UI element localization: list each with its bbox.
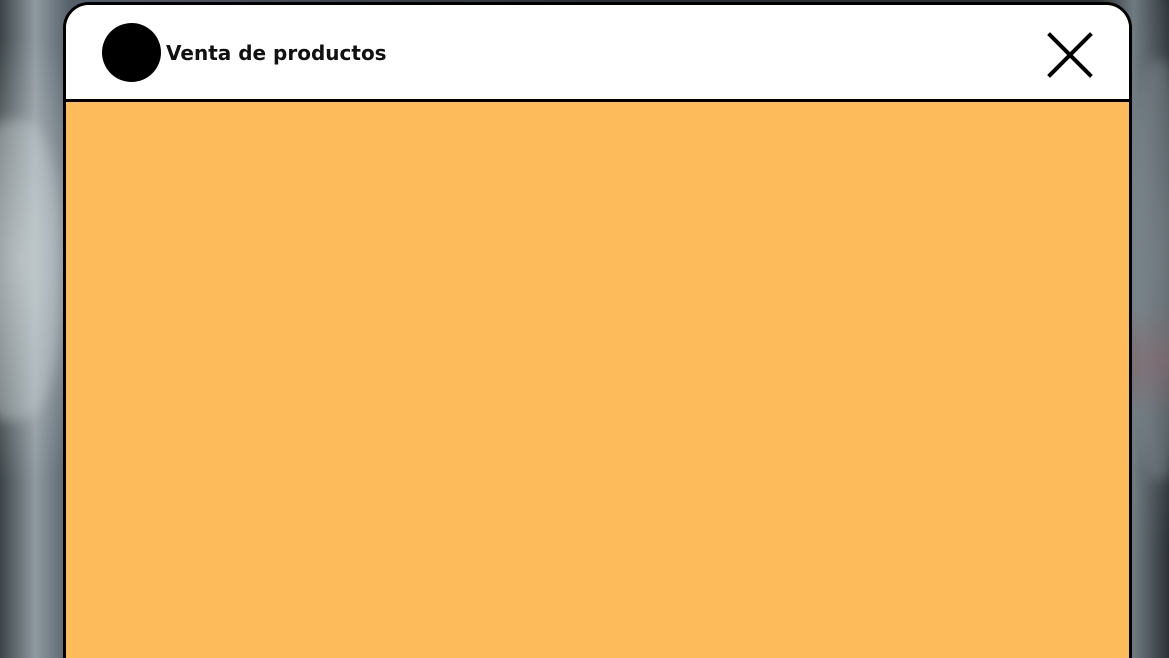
dialog-window: Venta de productos	[63, 2, 1132, 658]
window-title: Venta de productos	[166, 41, 387, 65]
circle-icon	[102, 23, 161, 82]
content-area	[66, 102, 1129, 658]
close-icon	[1047, 32, 1093, 78]
background-highlight-left	[0, 120, 60, 420]
close-button[interactable]	[1044, 29, 1096, 81]
background-highlight-right	[1134, 60, 1169, 480]
title-bar: Venta de productos	[66, 5, 1129, 102]
